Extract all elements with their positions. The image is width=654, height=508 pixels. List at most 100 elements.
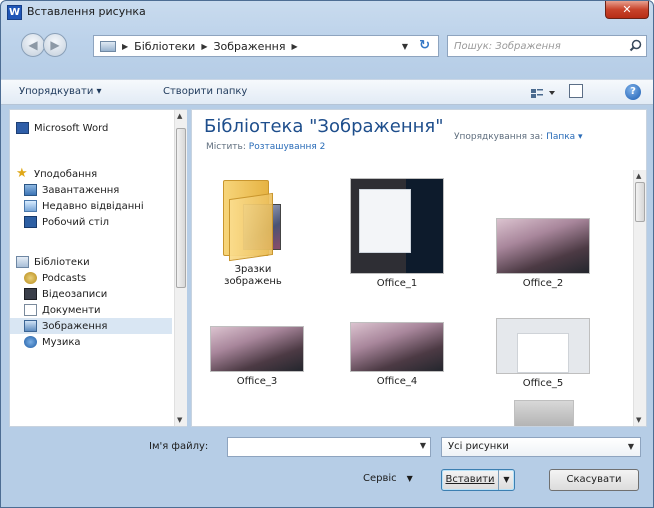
chevron-right-icon[interactable]: ▶ <box>291 42 297 51</box>
file-item-label: Office_3 <box>236 376 278 387</box>
nav-item-recent-places[interactable]: Недавно відвіданні <box>24 198 144 214</box>
chevron-right-icon[interactable]: ▶ <box>201 42 207 51</box>
nav-item-label: Завантаження <box>42 184 120 196</box>
search-icon[interactable] <box>629 39 642 52</box>
folder-icon <box>221 176 285 262</box>
breadcrumb-pictures[interactable]: Зображення <box>213 40 285 53</box>
nav-item-label: Відеозаписи <box>42 288 108 300</box>
nav-item-label: Microsoft Word <box>34 122 109 134</box>
nav-scroll-thumb[interactable] <box>176 128 186 288</box>
search-input[interactable] <box>448 36 618 56</box>
file-item-label: Office_4 <box>376 376 418 387</box>
image-thumbnail <box>496 318 590 374</box>
filename-label: Ім'я файлу: <box>149 441 209 452</box>
image-thumbnail <box>350 322 444 372</box>
library-subtitle: Містить: Розташування 2 <box>206 142 325 152</box>
nav-item-downloads[interactable]: Завантаження <box>24 182 119 198</box>
cancel-button[interactable]: Скасувати <box>549 469 639 491</box>
address-bar[interactable]: ▶ Бібліотеки ▶ Зображення ▶ ▼ ↻ <box>93 35 439 57</box>
dialog-footer: Ім'я файлу: ▼ Усі рисунки ▼ Сервіс ▼ Вста… <box>1 429 653 507</box>
library-icon <box>100 40 116 52</box>
file-type-filter[interactable]: Усі рисунки ▼ <box>441 437 641 457</box>
insert-button[interactable]: Вставити ▼ <box>441 469 515 491</box>
navigation-pane: Microsoft Word ★ Уподобання Завантаження… <box>9 109 187 427</box>
preview-pane-icon[interactable] <box>569 84 583 98</box>
arrange-by-label: Упорядкування за: <box>454 132 544 142</box>
forward-button[interactable]: ▶ <box>43 33 67 57</box>
nav-item-favorites[interactable]: ★ Уподобання <box>16 166 97 182</box>
chevron-down-icon[interactable]: ▼ <box>628 442 634 451</box>
word-app-icon: W <box>7 5 22 20</box>
image-thumbnail <box>350 178 444 274</box>
nav-item-label: Зображення <box>42 320 108 332</box>
content-scroll-thumb[interactable] <box>635 182 645 222</box>
scroll-down-icon[interactable]: ▼ <box>636 416 641 424</box>
nav-item-pictures[interactable]: Зображення <box>10 318 172 334</box>
file-item-office-5[interactable]: Office_5 <box>488 318 598 390</box>
breadcrumb-libraries[interactable]: Бібліотеки <box>134 40 195 53</box>
image-thumbnail <box>514 400 574 426</box>
file-item-office-4[interactable]: Office_4 <box>342 322 452 388</box>
refresh-icon[interactable]: ↻ <box>419 38 430 53</box>
help-icon[interactable]: ? <box>625 84 641 100</box>
nav-item-microsoft-word[interactable]: Microsoft Word <box>16 120 108 136</box>
tools-menu[interactable]: Сервіс ▼ <box>363 473 413 484</box>
image-thumbnail <box>496 218 590 274</box>
documents-icon <box>24 304 37 316</box>
scroll-up-icon[interactable]: ▲ <box>177 112 182 120</box>
nav-item-label: Музика <box>42 336 81 348</box>
nav-scrollbar[interactable]: ▲ ▼ <box>174 110 187 426</box>
back-button[interactable]: ◀ <box>21 33 45 57</box>
chevron-right-icon[interactable]: ▶ <box>122 42 128 51</box>
file-item-label: Office_1 <box>376 278 418 289</box>
downloads-icon <box>24 184 37 196</box>
close-button[interactable]: ✕ <box>605 1 649 19</box>
nav-item-libraries[interactable]: Бібліотеки <box>16 254 90 270</box>
file-list-pane: Бібліотека "Зображення" Містить: Розташу… <box>191 109 647 427</box>
nav-item-label: Уподобання <box>34 168 98 180</box>
file-item-label: Зразки зображень <box>224 264 282 287</box>
change-view-icon[interactable] <box>529 85 559 101</box>
video-icon <box>24 288 37 300</box>
nav-item-label: Недавно відвіданні <box>42 200 144 212</box>
scroll-down-icon[interactable]: ▼ <box>177 416 182 424</box>
title-bar: W Вставлення рисунка ✕ <box>1 1 653 23</box>
file-item-office-3[interactable]: Office_3 <box>202 326 312 388</box>
file-item-office-1[interactable]: Office_1 <box>342 178 452 290</box>
nav-item-music[interactable]: Музика <box>24 334 81 350</box>
new-folder-button[interactable]: Створити папку <box>163 86 247 97</box>
podcast-icon <box>24 272 37 284</box>
locations-link[interactable]: Розташування 2 <box>249 142 326 152</box>
nav-item-videos[interactable]: Відеозаписи <box>24 286 107 302</box>
organize-menu[interactable]: Упорядкувати ▾ <box>19 86 102 97</box>
filename-combobox[interactable]: ▼ <box>227 437 431 457</box>
nav-item-documents[interactable]: Документи <box>24 302 100 318</box>
nav-item-label: Бібліотеки <box>34 256 90 268</box>
star-icon: ★ <box>16 166 28 181</box>
image-thumbnail <box>210 326 304 372</box>
file-item-sample-pictures[interactable]: Зразки зображень <box>208 176 298 288</box>
insert-options-dropdown[interactable]: ▼ <box>498 470 514 490</box>
back-arrow-icon: ◀ <box>28 38 38 52</box>
window-title: Вставлення рисунка <box>27 5 146 18</box>
search-box[interactable] <box>447 35 647 57</box>
content-scrollbar[interactable]: ▲ ▼ <box>633 170 646 426</box>
forward-arrow-icon: ▶ <box>50 38 60 52</box>
tools-label: Сервіс <box>363 473 397 484</box>
nav-item-podcasts[interactable]: Podcasts <box>24 270 86 286</box>
arrange-by-dropdown[interactable]: Папка ▾ <box>546 132 583 142</box>
file-item-partial[interactable] <box>514 400 574 426</box>
scroll-up-icon[interactable]: ▲ <box>636 172 641 180</box>
nav-item-label: Робочий стіл <box>42 216 110 228</box>
file-item-office-2[interactable]: Office_2 <box>488 218 598 290</box>
filename-input[interactable] <box>228 438 412 456</box>
nav-item-desktop[interactable]: Робочий стіл <box>24 214 109 230</box>
includes-label: Містить: <box>206 142 246 152</box>
address-dropdown-icon[interactable]: ▼ <box>402 42 408 51</box>
chevron-down-icon[interactable]: ▼ <box>420 441 426 450</box>
insert-picture-dialog: W Вставлення рисунка ✕ ◀ ▶ ▶ Бібліотеки … <box>0 0 654 508</box>
pictures-icon <box>24 320 37 332</box>
insert-label: Вставити <box>445 474 495 485</box>
music-icon <box>24 336 37 348</box>
command-toolbar: Упорядкувати ▾ Створити папку ? <box>1 79 653 105</box>
